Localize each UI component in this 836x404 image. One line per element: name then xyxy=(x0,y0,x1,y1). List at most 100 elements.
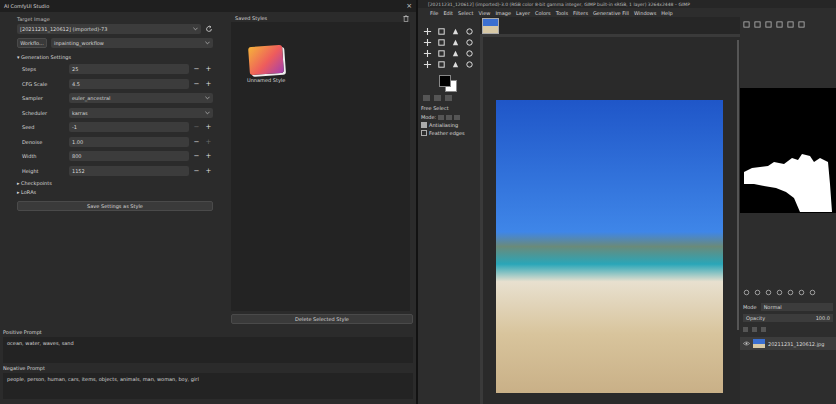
title-bar: [20211231_120612] (imported)-3.0 (RGB co… xyxy=(418,0,836,8)
chevron-down-icon xyxy=(205,41,210,45)
negative-prompt-input[interactable]: people, person, human, cars, items, obje… xyxy=(3,373,413,399)
desktop: AI ComfyUI Studio × Target Image [202112… xyxy=(0,0,836,404)
gimp-window: [20211231_120612] (imported)-3.0 (RGB co… xyxy=(418,0,836,404)
tab-icon[interactable] xyxy=(423,95,430,101)
workflow-dropdown[interactable]: inpainting_workflow xyxy=(51,38,213,48)
decrement-button[interactable]: − xyxy=(192,65,201,73)
dock-icon[interactable] xyxy=(754,21,761,28)
menu-item[interactable]: View xyxy=(479,10,491,16)
menu-item[interactable]: Filters xyxy=(573,10,588,16)
tool-icon[interactable] xyxy=(451,27,460,36)
tool-icon[interactable] xyxy=(423,27,432,36)
menu-item[interactable]: Generative Fill xyxy=(593,10,629,16)
increment-button[interactable]: + xyxy=(204,167,213,175)
menu-item[interactable]: Colors xyxy=(535,10,551,16)
menu-item[interactable]: File xyxy=(430,10,438,16)
setting-label: Denoise xyxy=(17,139,66,145)
increment-button[interactable]: + xyxy=(204,123,213,131)
tab-icon[interactable] xyxy=(434,95,441,101)
increment-button[interactable]: + xyxy=(204,65,213,73)
tool-icon[interactable] xyxy=(437,49,446,58)
setting-input[interactable]: 1.00 xyxy=(69,137,189,147)
canvas-column xyxy=(480,17,740,404)
setting-dropdown[interactable]: euler_ancestral xyxy=(69,93,213,103)
tool-icon[interactable] xyxy=(437,38,446,47)
scrollbar[interactable] xyxy=(737,40,739,330)
layers-tool-icon[interactable] xyxy=(754,289,761,296)
layers-tool-icon[interactable] xyxy=(787,289,794,296)
color-swatches[interactable] xyxy=(439,75,459,91)
tool-icon[interactable] xyxy=(465,49,474,58)
tool-icon[interactable] xyxy=(437,27,446,36)
layer-row[interactable]: 20211231_120612.jpg xyxy=(740,337,836,350)
menu-item[interactable]: Select xyxy=(458,10,473,16)
menu-item[interactable]: Help xyxy=(661,10,672,16)
tool-icon[interactable] xyxy=(465,27,474,36)
mode-dropdown[interactable]: Normal xyxy=(761,303,833,311)
refresh-icon[interactable] xyxy=(205,25,213,33)
target-image-dropdown[interactable]: [20211231_120612] (imported)-73 xyxy=(17,24,201,34)
increment-button[interactable]: + xyxy=(204,80,213,88)
tool-icon[interactable] xyxy=(437,60,446,69)
setting-input[interactable]: 800 xyxy=(69,151,189,161)
positive-prompt-input[interactable]: ocean, water, waves, sand xyxy=(3,337,413,363)
style-tile[interactable]: Unnamed Style xyxy=(245,44,287,85)
tool-icon[interactable] xyxy=(423,49,432,58)
menu-item[interactable]: Edit xyxy=(443,10,453,16)
mask-preview xyxy=(740,88,836,213)
decrement-button[interactable]: − xyxy=(192,138,201,146)
opacity-field[interactable]: Opacity100.0 xyxy=(743,314,833,322)
generation-settings-toggle[interactable]: ▾ Generation Settings xyxy=(17,54,213,60)
menu-item[interactable]: Image xyxy=(495,10,511,16)
image-tab[interactable] xyxy=(482,18,499,34)
menu-item[interactable]: Tools xyxy=(556,10,568,16)
studio-main: Target Image [20211231_120612] (imported… xyxy=(0,12,416,326)
layers-tool-icon[interactable] xyxy=(743,289,750,296)
layers-tool-icon[interactable] xyxy=(776,289,783,296)
collapsible-section[interactable]: ▸ Checkpoints xyxy=(17,180,213,186)
beach-photo xyxy=(496,100,723,393)
layers-tool-icon[interactable] xyxy=(809,289,816,296)
setting-dropdown[interactable]: karras xyxy=(69,108,213,118)
dock-icon[interactable] xyxy=(776,21,783,28)
setting-input[interactable]: 1152 xyxy=(69,166,189,176)
decrement-button[interactable]: − xyxy=(192,167,201,175)
saved-styles: Saved Styles Unnamed Style Delete Select… xyxy=(231,14,413,326)
trash-icon[interactable] xyxy=(403,15,409,22)
tab-icon[interactable] xyxy=(445,95,452,101)
eye-icon[interactable] xyxy=(743,341,750,346)
dock-icon[interactable] xyxy=(798,21,805,28)
tool-icon[interactable] xyxy=(465,60,474,69)
layers-tool-icon[interactable] xyxy=(765,289,772,296)
option-checkbox[interactable]: Antialiasing xyxy=(421,121,478,129)
dock-icon[interactable] xyxy=(743,21,750,28)
tool-icon[interactable] xyxy=(423,60,432,69)
dock-icon[interactable] xyxy=(787,21,794,28)
canvas[interactable] xyxy=(480,34,740,404)
dock-icon[interactable] xyxy=(765,21,772,28)
setting-input[interactable]: 25 xyxy=(69,64,189,74)
save-style-button[interactable]: Save Settings as Style xyxy=(17,201,213,211)
delete-style-button[interactable]: Delete Selected Style xyxy=(231,314,413,324)
close-button[interactable]: × xyxy=(406,2,412,10)
tool-icon[interactable] xyxy=(465,38,474,47)
increment-button[interactable]: + xyxy=(204,152,213,160)
decrement-button[interactable]: − xyxy=(192,152,201,160)
tool-icon[interactable] xyxy=(451,38,460,47)
setting-label: Width xyxy=(17,153,66,159)
increment-button[interactable]: + xyxy=(204,138,213,146)
tool-icon[interactable] xyxy=(451,49,460,58)
decrement-button[interactable]: − xyxy=(192,123,201,131)
option-checkbox[interactable]: Feather edges xyxy=(421,129,478,137)
layers-tool-icon[interactable] xyxy=(798,289,805,296)
setting-input[interactable]: -1 xyxy=(69,122,189,132)
collapsible-section[interactable]: ▸ LoRAs xyxy=(17,189,213,195)
tool-icon[interactable] xyxy=(451,60,460,69)
decrement-button[interactable]: − xyxy=(192,80,201,88)
setting-input[interactable]: 4.5 xyxy=(69,79,189,89)
workflow-button[interactable]: Workflo... xyxy=(17,38,47,48)
saved-styles-title: Saved Styles xyxy=(235,15,267,21)
menu-item[interactable]: Windows xyxy=(634,10,656,16)
menu-item[interactable]: Layer xyxy=(516,10,530,16)
tool-icon[interactable] xyxy=(423,38,432,47)
